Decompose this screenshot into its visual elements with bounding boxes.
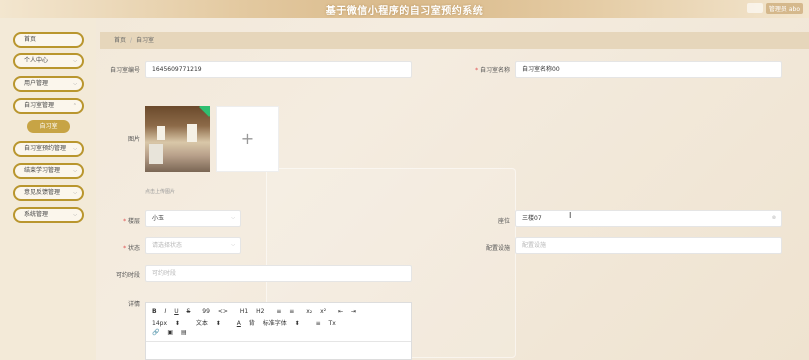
status-label: * 状态: [123, 245, 140, 252]
sidebar-item-label: 系统管理: [24, 211, 49, 218]
floor-select[interactable]: 小玉 ⌵: [145, 210, 241, 227]
clear-format-button[interactable]: Tx: [329, 320, 336, 327]
sidebar-subitem-room[interactable]: 自习室: [27, 120, 70, 133]
clear-icon[interactable]: ⊗: [772, 211, 776, 226]
upload-hint: 点击上传图片: [145, 189, 176, 195]
open-time-label: 可约时段: [115, 272, 140, 279]
sidebar-item-home[interactable]: 首页: [13, 32, 84, 48]
indent-button[interactable]: ⇥: [351, 308, 356, 315]
chevron-down-icon: ⌵: [73, 168, 77, 174]
chevron-down-icon: ⌵: [73, 190, 77, 196]
floor-label: * 楼层: [123, 218, 140, 225]
room-number-field[interactable]: 1645609771219: [145, 61, 412, 78]
sidebar-item-end-study[interactable]: 结束学习管理 ⌵: [13, 163, 84, 179]
room-name-field[interactable]: 自习室名称00: [515, 61, 782, 78]
chevron-down-icon: ⌵: [231, 215, 235, 221]
breadcrumb-separator: /: [130, 37, 133, 44]
outdent-button[interactable]: ⇤: [338, 308, 343, 315]
user-avatar[interactable]: [747, 3, 763, 13]
open-time-field[interactable]: 可约时段: [145, 265, 412, 282]
status-select[interactable]: 请选择状态 ⌵: [145, 237, 241, 254]
main-content: 首页 / 自习室 自习室编号 1645609771219 * 自习室名称 自习室名称…: [96, 18, 809, 360]
uploaded-room-image[interactable]: [145, 106, 210, 172]
config-field[interactable]: 配置设施: [515, 237, 782, 254]
align-button[interactable]: ≡: [316, 320, 321, 327]
superscript-button[interactable]: x²: [320, 308, 326, 315]
font-color-button[interactable]: A: [237, 320, 241, 327]
sidebar-item-label: 结束学习管理: [24, 167, 61, 174]
underline-button[interactable]: U: [174, 308, 178, 315]
sidebar-item-users[interactable]: 用户管理 ⌵: [13, 76, 84, 92]
h2-button[interactable]: H2: [256, 308, 264, 315]
room-name-label: * 自习室名称: [475, 67, 510, 74]
link-icon[interactable]: 🔗: [152, 329, 159, 336]
subscript-button[interactable]: x₂: [306, 308, 312, 315]
editor-toolbar-row2: 14px ⬍ 文本 ⬍ A 背 标准字体 ⬍ ≡ Tx: [152, 318, 342, 327]
config-label: 配置设施: [485, 245, 510, 252]
sidebar-item-label: 意见反馈管理: [24, 189, 61, 196]
chevron-down-icon: ⌵: [231, 242, 235, 248]
upload-add-button[interactable]: +: [216, 106, 279, 172]
code-button[interactable]: <>: [218, 308, 228, 315]
ordered-list-button[interactable]: ≡: [276, 308, 281, 315]
background-color-button[interactable]: 背: [249, 320, 255, 327]
text-cursor-icon: I: [569, 211, 572, 220]
sidebar-item-label: 个人中心: [24, 57, 49, 64]
strike-button[interactable]: S: [187, 308, 191, 315]
text-type-select[interactable]: 文本 ⬍: [196, 320, 221, 327]
breadcrumb: 首页 / 自习室: [100, 32, 809, 49]
sidebar-item-feedback[interactable]: 意见反馈管理 ⌵: [13, 185, 84, 201]
sidebar-item-label: 用户管理: [24, 80, 49, 87]
chevron-down-icon: ⌵: [73, 81, 77, 87]
sidebar-item-rooms[interactable]: 自习室管理 ⌃: [13, 98, 84, 114]
font-family-select[interactable]: 标准字体 ⬍: [263, 320, 300, 327]
editor-toolbar-row1: B I U S 99 <> H1 H2 ≡ ≡ x₂ x² ⇤ ⇥: [152, 308, 362, 315]
image-label: 图片: [127, 136, 140, 143]
top-header: 基于微信小程序的自习室预约系统 管理员 abo: [0, 0, 809, 18]
bullet-list-button[interactable]: ≡: [289, 308, 294, 315]
chevron-down-icon: ⌵: [73, 58, 77, 64]
breadcrumb-current: 自习室: [136, 37, 155, 44]
sidebar-item-label: 首页: [24, 36, 37, 43]
detail-label: 详情: [127, 301, 140, 308]
chevron-down-icon: ⌵: [73, 146, 77, 152]
chevron-down-icon: ⌵: [73, 212, 77, 218]
h1-button[interactable]: H1: [240, 308, 248, 315]
editor-toolbar-row3: 🔗 ▣ ▤: [152, 329, 193, 336]
sidebar-item-reservations[interactable]: 自习室预约管理 ⌵: [13, 141, 84, 157]
upload-success-badge: [199, 106, 210, 117]
italic-button[interactable]: I: [165, 308, 167, 315]
sidebar: 首页 个人中心 ⌵ 用户管理 ⌵ 自习室管理 ⌃ 自习室 自习室预约管理 ⌵ 结…: [0, 18, 96, 360]
bold-button[interactable]: B: [152, 308, 157, 315]
breadcrumb-home[interactable]: 首页: [114, 37, 126, 44]
app-title: 基于微信小程序的自习室预约系统: [325, 6, 484, 17]
seat-field[interactable]: 三楼07 ⊗: [515, 210, 782, 227]
room-number-label: 自习室编号: [110, 67, 141, 74]
editor-divider: [146, 341, 411, 342]
chevron-up-icon: ⌃: [72, 103, 77, 109]
video-icon[interactable]: ▤: [181, 329, 187, 336]
rich-text-editor[interactable]: B I U S 99 <> H1 H2 ≡ ≡ x₂ x² ⇤ ⇥ 14px ⬍…: [145, 302, 412, 360]
seat-label: 座位: [497, 218, 510, 225]
user-menu[interactable]: 管理员 abo: [765, 3, 803, 14]
sidebar-item-label: 自习室预约管理: [24, 145, 67, 152]
image-icon[interactable]: ▣: [167, 329, 173, 336]
sidebar-item-label: 自习室管理: [24, 102, 55, 109]
font-size-select[interactable]: 14px ⬍: [152, 320, 180, 327]
sidebar-item-system[interactable]: 系统管理 ⌵: [13, 207, 84, 223]
quote-button[interactable]: 99: [202, 308, 210, 315]
sidebar-item-profile[interactable]: 个人中心 ⌵: [13, 53, 84, 69]
